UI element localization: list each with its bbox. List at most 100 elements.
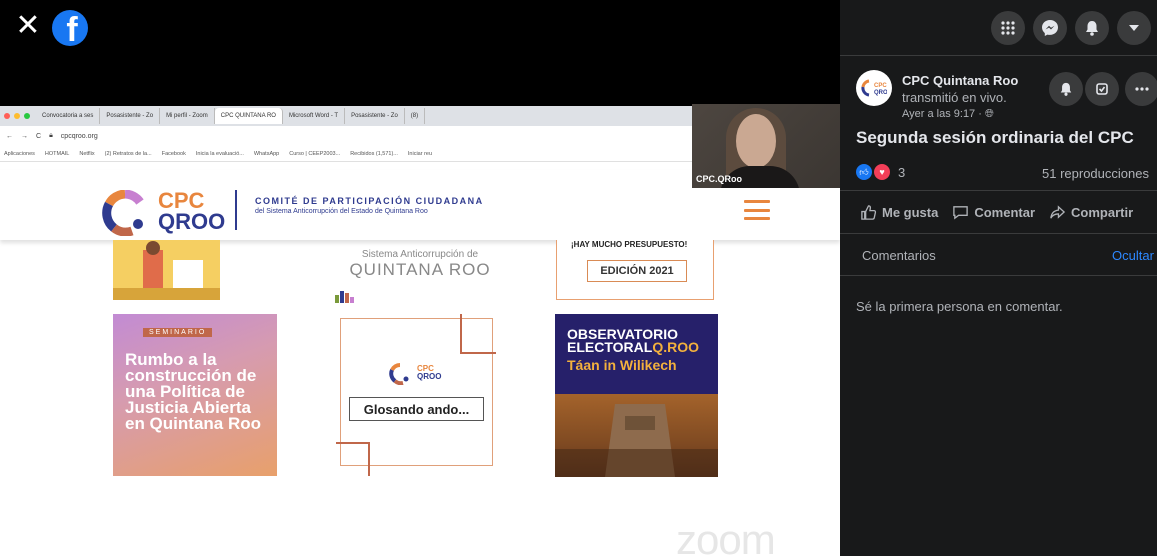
reactions-summary[interactable]: 👍︎ ♥ 3	[856, 164, 905, 180]
bookmark: Inicia la evaluació...	[195, 150, 244, 157]
close-icon[interactable]: ✕	[14, 11, 42, 41]
bookmark: Netflix	[79, 150, 95, 157]
divider	[235, 190, 237, 230]
save-bookmark-icon[interactable]	[1085, 72, 1119, 106]
video-title: Segunda sesión ordinaria del CPC	[856, 128, 1134, 147]
page-avatar[interactable]: CPC QROO	[856, 70, 892, 106]
top-bar	[840, 0, 1157, 56]
card-seminario: SEMINARIO Rumbo a la construcción de una…	[113, 314, 277, 476]
comment-label: Comentar	[974, 204, 1036, 220]
person-face	[736, 114, 776, 168]
bookmark: (2) Retratos de la...	[104, 150, 152, 157]
accent-line	[460, 352, 496, 354]
share-icon	[1050, 204, 1066, 219]
page-name[interactable]: CPC Quintana Roo	[902, 73, 1018, 88]
accent-line	[368, 442, 370, 476]
observatorio-subtitle: Táan in Wilikech	[567, 357, 677, 373]
account-dropdown-icon[interactable]	[1117, 11, 1151, 45]
menu-icon	[744, 200, 770, 220]
card-observatorio: OBSERVATORIO ELECTORALQ.ROO Táan in Wili…	[555, 314, 718, 477]
svg-text:CPC: CPC	[874, 83, 887, 89]
comite-title: COMITÉ DE PARTICIPACIÓN CIUDADANA	[255, 196, 484, 206]
ruins-icon	[555, 404, 718, 477]
tab-comments[interactable]: Comentarios	[862, 248, 936, 263]
window-minimize-dot	[14, 113, 20, 119]
accent-line	[460, 314, 462, 354]
sistema-anticorrupcion-logo: Sistema Anticorrupción de QUINTANA ROO	[335, 249, 505, 303]
globe-icon: 🌐︎	[984, 108, 994, 120]
timestamp-text: Ayer a las 9:17 ·	[902, 108, 985, 120]
video-player[interactable]: ✕ f Convocatoria a ses Posasistente - Zo…	[0, 0, 840, 556]
browser-tab: Convocatoria a ses	[36, 108, 101, 124]
love-reaction-icon: ♥	[874, 164, 890, 180]
webcam-label: CPC.QRoo	[696, 174, 742, 184]
cpc-logo-icon	[389, 363, 409, 385]
address-text: cpcqroo.org	[60, 132, 98, 140]
comment-icon	[953, 205, 969, 219]
seminario-title: Rumbo a la construcción de una Política …	[125, 350, 261, 433]
zoom-watermark: zoom	[676, 516, 776, 556]
card-illustration	[113, 240, 220, 300]
obs-line2: ELECTORAL	[567, 339, 653, 355]
post-timestamp[interactable]: Ayer a las 9:17 · 🌐︎	[902, 108, 994, 121]
card-presupuesto: ¡HAY MUCHO PRESUPUESTO! EDICIÓN 2021	[556, 240, 714, 300]
window-zoom-dot	[24, 113, 30, 119]
logo-line2: QROO	[158, 209, 226, 234]
lock-icon: 🔒︎	[49, 132, 53, 139]
cpc-logo-icon	[102, 190, 144, 236]
seminario-badge: SEMINARIO	[143, 328, 213, 337]
notifications-bell-icon[interactable]	[1075, 11, 1109, 45]
menu-grid-icon[interactable]	[991, 11, 1025, 45]
hide-comments-link[interactable]: Ocultar	[1112, 248, 1154, 263]
bookmarks-bar: Aplicaciones HOTMAIL Netflix (2) Retrato…	[0, 146, 700, 162]
window-close-dot	[4, 113, 10, 119]
svg-text:QROO: QROO	[874, 90, 887, 96]
browser-tab-active: CPC QUINTANA RO	[214, 108, 283, 124]
bookmark: Curso | CEEP2003...	[289, 150, 341, 157]
obs-qroo: Q.ROO	[652, 339, 699, 355]
empty-comments-text: Sé la primera persona en comentar.	[856, 299, 1063, 314]
presupuesto-text: ¡HAY MUCHO PRESUPUESTO!	[571, 240, 688, 249]
like-button[interactable]: Me gusta	[860, 204, 938, 221]
share-button[interactable]: Compartir	[1049, 204, 1133, 221]
reaction-count: 3	[898, 164, 906, 180]
glosando-qroo: QROO	[417, 372, 442, 381]
cpc-logo-text: CPC QROO	[158, 188, 226, 234]
comments-header: Comentarios Ocultar	[840, 236, 1157, 276]
facebook-logo-icon[interactable]: f	[52, 10, 88, 46]
like-reaction-icon: 👍︎	[856, 164, 872, 180]
view-count: 51 reproducciones	[1042, 166, 1149, 181]
comite-subtitle: del Sistema Anticorrupción del Estado de…	[255, 208, 428, 215]
facebook-video-viewer: ✕ f Convocatoria a ses Posasistente - Zo…	[0, 0, 1157, 556]
browser-tab: (8)	[405, 108, 426, 124]
bookmark: WhatsApp	[253, 150, 280, 157]
like-label: Me gusta	[882, 204, 939, 220]
sistema-line2: QUINTANA ROO	[349, 260, 491, 279]
observatorio-title: OBSERVATORIO ELECTORALQ.ROO	[567, 327, 699, 355]
browser-tab: Microsoft Word - T	[283, 108, 346, 124]
edicion-label: EDICIÓN 2021	[587, 260, 687, 282]
bell-follow-icon[interactable]	[1049, 72, 1083, 106]
reload-icon: C	[36, 132, 42, 140]
sistema-line1: Sistema Anticorrupción de	[361, 249, 479, 260]
browser-tab: Posasistente - Zo	[100, 108, 161, 124]
bookmark: Recibidos (1,571)...	[350, 150, 398, 157]
bars-icon	[335, 291, 354, 303]
browser-tab-bar: Convocatoria a ses Posasistente - Zo Mi …	[0, 106, 700, 126]
bookmark: Facebook	[161, 150, 186, 157]
more-options-icon[interactable]	[1125, 72, 1157, 106]
browser-tab: Mi perfil - Zoom	[160, 108, 215, 124]
accent-line	[336, 442, 370, 444]
browser-address-bar: ← → C 🔒︎ cpcqroo.org	[0, 126, 700, 146]
webcam-thumbnail: CPC.QRoo	[692, 104, 840, 188]
illustration-icon	[113, 241, 220, 300]
video-details-panel: CPC QROO CPC Quintana Roo transmitió en …	[840, 0, 1157, 556]
browser-tab: Posasistente - Zo	[345, 108, 405, 124]
messenger-icon[interactable]	[1033, 11, 1067, 45]
logo-line1: CPC	[158, 188, 205, 213]
bookmark: Aplicaciones	[4, 150, 35, 157]
cpc-logo-icon: CPC QROO	[861, 79, 887, 97]
comment-button[interactable]: Comentar	[952, 204, 1035, 221]
post-actions: Me gusta Comentar Compartir	[840, 190, 1157, 234]
glosando-logo-text: CPC QROO	[417, 365, 441, 381]
